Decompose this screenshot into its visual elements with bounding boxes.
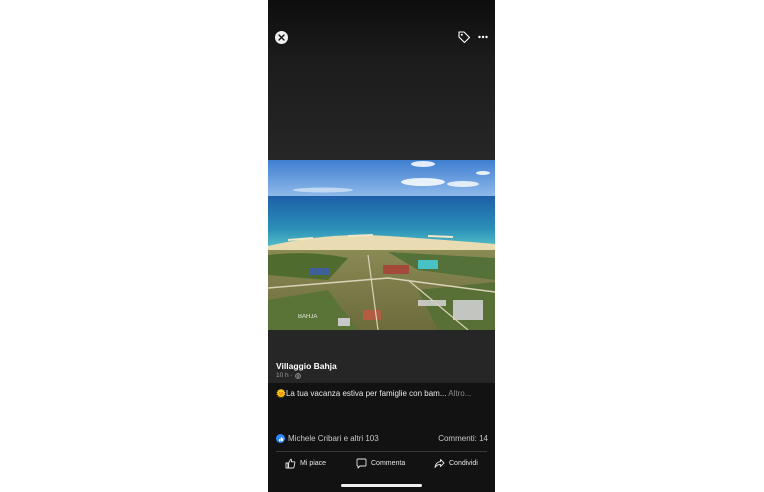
more-options-button[interactable] [477,30,489,44]
post-time: 10 h [276,372,289,379]
like-badge-icon [276,434,285,443]
comment-icon [356,458,367,468]
post-caption[interactable]: 🌞La tua vacanza estiva per famiglie con … [276,389,491,398]
tag-icon [458,31,471,44]
like-button[interactable]: Mi piace [285,456,326,470]
page-name[interactable]: Villaggio Bahja [276,361,337,371]
photo-watermark: BAHJA [298,314,317,320]
post-photo[interactable]: BAHJA [268,160,495,330]
caption-emoji: 🌞 [276,389,286,398]
more-icon [478,35,488,39]
caption-text: La tua vacanza estiva per famiglie con b… [285,389,447,398]
close-icon [278,34,285,41]
divider [276,451,487,452]
post-meta: 10 h · [276,372,301,379]
post-header [268,330,495,383]
home-indicator[interactable] [341,484,422,487]
like-label: Mi piace [300,459,327,467]
share-icon [434,458,445,468]
globe-icon [294,372,301,379]
photo-viewer: BAHJA Villaggio Bahja 10 h · 🌞La tua vac… [268,0,495,492]
reactions-text: Michele Cribari e altri 103 [288,434,379,443]
comment-label: Commenta [371,459,406,467]
close-button[interactable] [275,31,288,44]
tag-button[interactable] [457,30,471,44]
share-label: Condividi [449,459,478,467]
reactions-summary[interactable]: Michele Cribari e altri 103 [276,434,379,443]
comments-count[interactable]: Commenti: 14 [438,434,488,443]
thumbs-up-icon [285,458,296,468]
share-button[interactable]: Condividi [434,456,478,470]
comment-button[interactable]: Commenta [356,456,405,470]
caption-more-link[interactable]: Altro... [448,389,471,398]
